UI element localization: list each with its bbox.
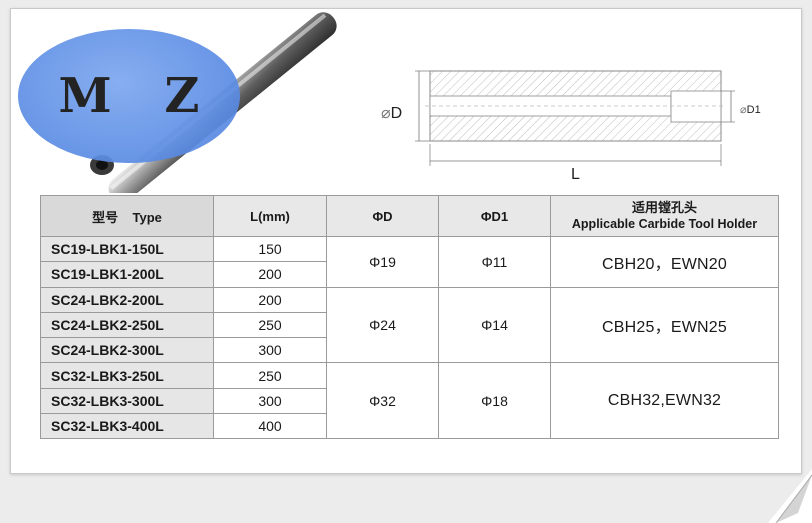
model-cell: SC24-LBK2-200L — [40, 286, 214, 313]
header-length: L(mm) — [213, 195, 327, 237]
header-holder: 适用镗孔头 Applicable Carbide Tool Holder — [550, 195, 779, 237]
model-cell: SC19-LBK1-150L — [40, 235, 214, 263]
table-row: SC32-LBK3-250L 250 Φ32 Φ18 CBH32,EWN32 — [40, 362, 779, 440]
length-cell: 200 — [213, 261, 327, 288]
d1-cell: Φ14 — [438, 286, 551, 364]
length-cell: 200 — [213, 286, 327, 313]
brand-logo: M Z — [18, 29, 240, 163]
length-label: L — [571, 166, 580, 183]
model-cell: SC24-LBK2-300L — [40, 337, 214, 364]
d-cell: Φ24 — [326, 286, 439, 364]
model-cell: SC32-LBK3-400L — [40, 413, 214, 440]
length-cell: 250 — [213, 311, 327, 339]
bore-step — [670, 90, 722, 123]
holder-cell: CBH32,EWN32 — [550, 362, 779, 440]
holder-cell: CBH20，EWN20 — [550, 236, 779, 288]
length-cell: 150 — [213, 235, 327, 263]
spec-table: 型号 Type L(mm) ΦD ΦD1 适用镗孔头 Applicable Ca… — [40, 195, 779, 440]
model-cell: SC32-LBK3-300L — [40, 387, 214, 415]
table-row: SC24-LBK2-200L 200 Φ24 Φ14 CBH25，EWN25 — [40, 286, 779, 364]
header-model: 型号 Type — [40, 195, 214, 237]
header-d: ΦD — [326, 195, 439, 237]
length-cell: 250 — [213, 362, 327, 389]
page-curl-decoration — [768, 469, 812, 523]
logo-text: M Z — [58, 68, 218, 124]
d-cell: Φ19 — [326, 236, 439, 288]
model-cell: SC19-LBK1-200L — [40, 261, 214, 288]
table-row: SC19-LBK1-150L 150 Φ19 Φ11 CBH20，EWN20 — [40, 235, 779, 288]
model-cell: SC32-LBK3-250L — [40, 362, 214, 389]
holder-cell: CBH25，EWN25 — [550, 286, 779, 364]
d1-cell: Φ11 — [438, 236, 551, 288]
d-cell: Φ32 — [326, 362, 439, 440]
d1-cell: Φ18 — [438, 362, 551, 440]
bore-channel — [429, 95, 672, 117]
length-cell: 300 — [213, 337, 327, 364]
outer-diameter-label: ⌀D — [381, 105, 403, 122]
length-cell: 400 — [213, 413, 327, 440]
table-header-row: 型号 Type L(mm) ΦD ΦD1 适用镗孔头 Applicable Ca… — [40, 195, 779, 237]
length-cell: 300 — [213, 387, 327, 415]
inner-diameter-label: ⌀D1 — [740, 104, 761, 116]
header-d1: ΦD1 — [438, 195, 551, 237]
model-cell: SC24-LBK2-250L — [40, 311, 214, 339]
